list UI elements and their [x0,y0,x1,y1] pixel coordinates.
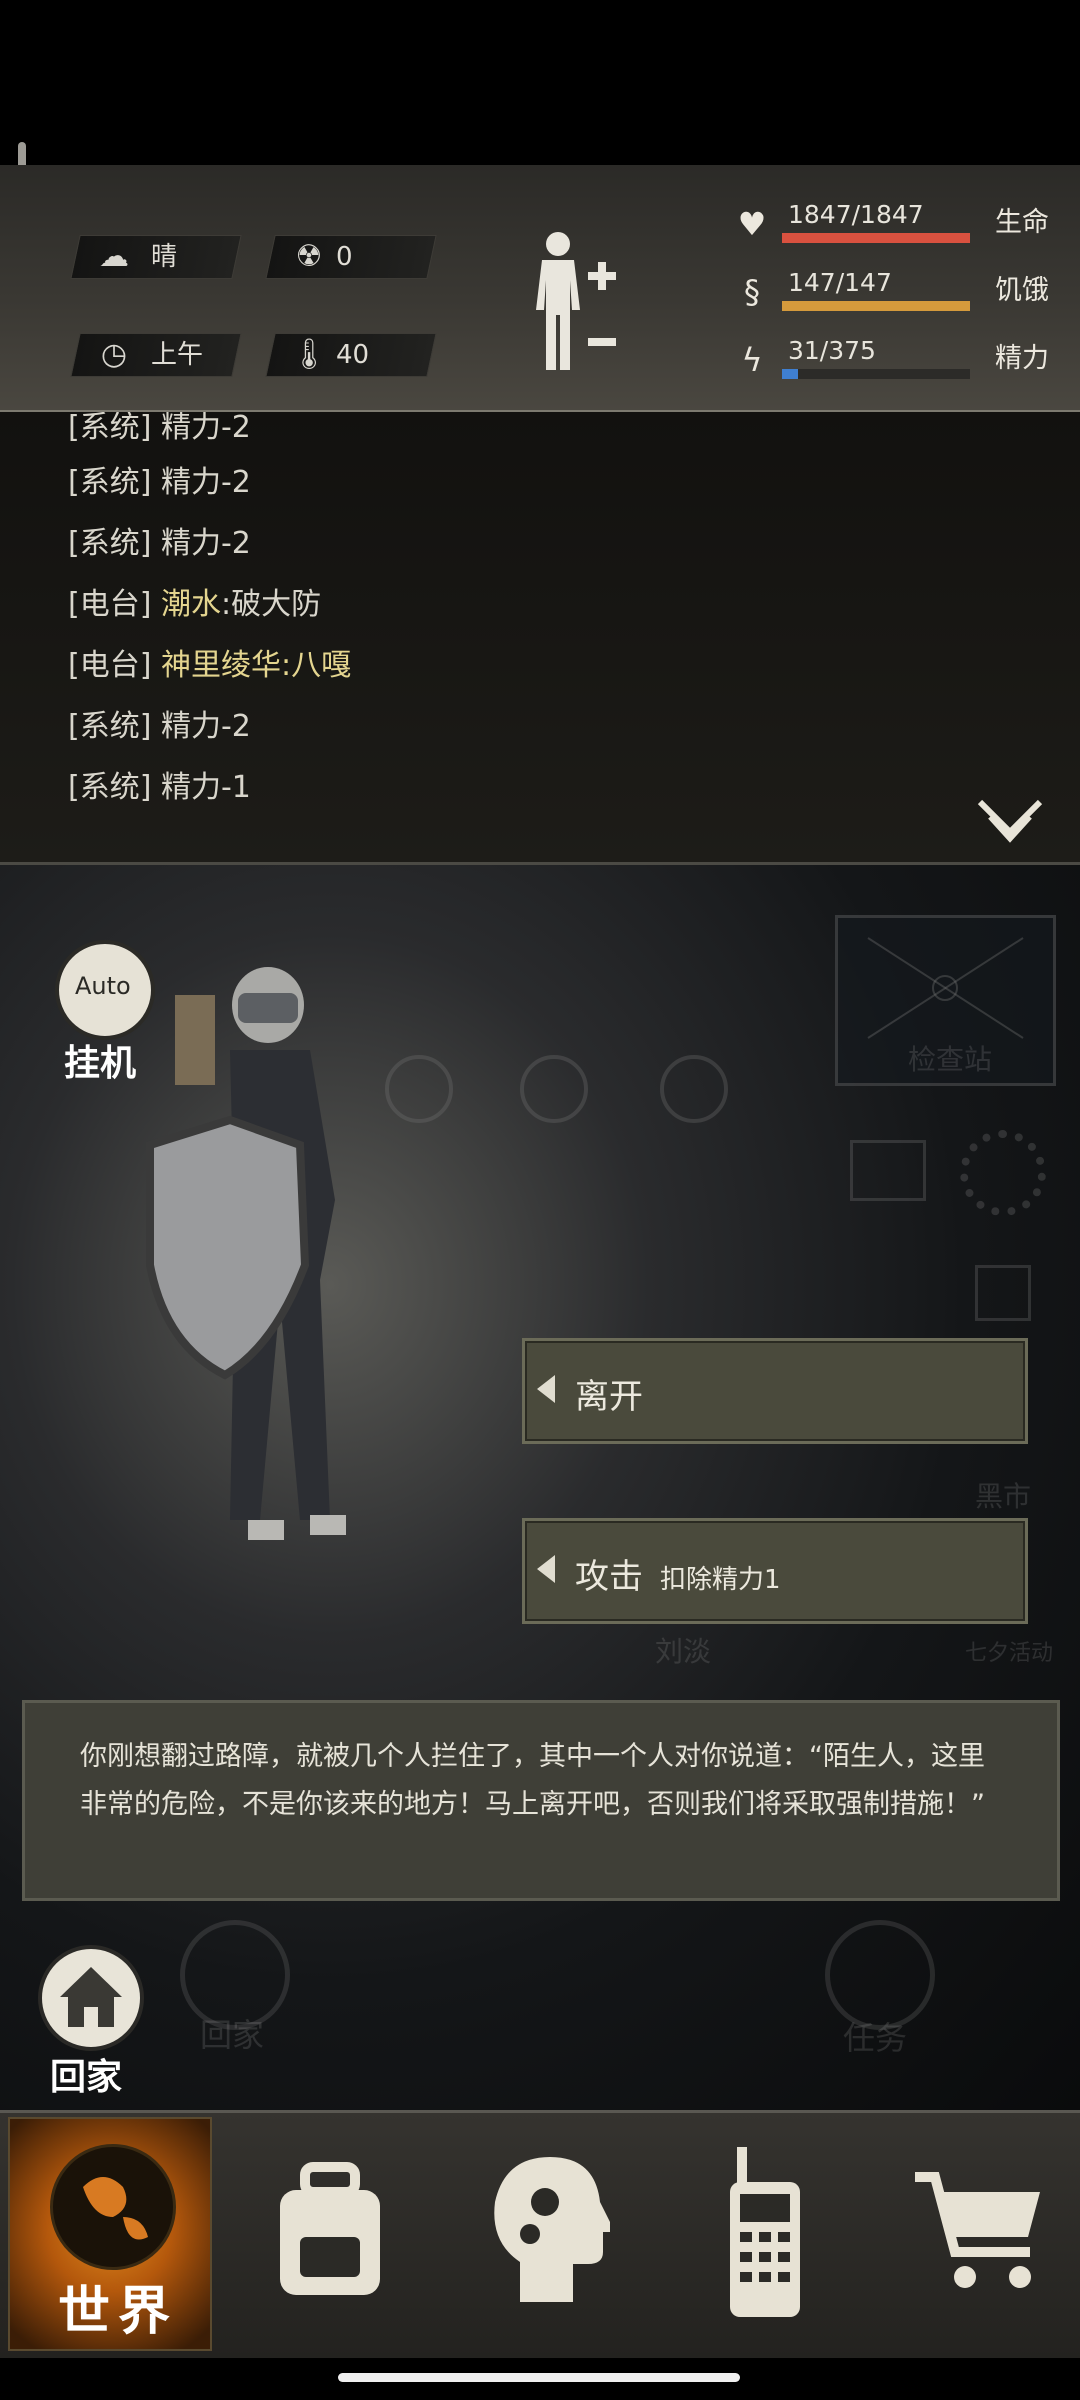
log-line: [系统] 精力-2 [68,412,251,446]
dialog-text: 你刚想翻过路障，就被几个人拦住了，其中一个人对你说道：“陌生人，这里非常的危险，… [80,1741,985,1820]
cart-icon [915,2172,1040,2288]
log-tag: [系统] [68,465,152,500]
message-log[interactable]: [系统] 精力-2 [系统] 精力-2 [系统] 精力-2 [电台] 潮水:破大… [0,412,1080,865]
thermometer-icon: 🌡 [289,337,329,372]
mail-icon[interactable] [850,1140,926,1201]
heart-icon: ♥ [737,205,767,243]
sign-name-label: 刘淡 [655,1635,712,1668]
clock-icon: ◷ [100,337,128,372]
body-status-button[interactable] [520,230,640,390]
log-line: [系统] 精力-1 [68,762,251,806]
double-chevron-down-icon[interactable] [975,797,1045,847]
stomach-icon: § [744,273,760,311]
health-bar [782,233,970,243]
energy-icon: ϟ [741,341,763,379]
log-line: [系统] 精力-2 [68,518,251,562]
leave-choice-button[interactable]: 离开 [522,1338,1028,1444]
weather-chip: ☁ 晴 [70,235,242,279]
nav-backpack[interactable] [225,2117,425,2347]
auto-badge-text: Auto [75,972,131,1000]
nav-world-label: 世界 [58,2282,179,2342]
log-text: 精力-2 [160,526,251,561]
settings-gear-icon[interactable] [960,1130,1046,1216]
attack-choice-label: 攻击 [575,1557,643,1597]
checkpoint-label: 检查站 [908,1043,993,1076]
log-tag: [电台] [68,587,152,622]
attack-choice-button[interactable]: 攻击 扣除精力1 [522,1518,1028,1624]
radiation-value: 0 [336,242,353,272]
log-tag: [电台] [68,648,152,683]
log-tag: [系统] [68,770,152,805]
energy-label: 精力 [995,343,1049,374]
log-text: 精力-2 [160,709,251,744]
speed-sign-icon [520,1055,588,1123]
log-speaker: 神里绫华 [160,648,281,683]
temperature-chip: 🌡 40 [265,333,437,377]
gift-icon[interactable] [975,1265,1031,1321]
status-panel: ☁ 晴 ☢ 0 ◷ 上午 🌡 40 ♥ 1847/1847 生命 § 147/1… [0,165,1080,413]
caret-left-icon [537,1375,555,1403]
auto-label: 挂机 [64,1043,137,1084]
log-tag: [系统] [68,709,152,744]
scene-view: 检查站 黑市 七夕活动 刘淡 Auto 挂机 离开 攻击 扣除精力1 回家 任务… [0,865,1080,2110]
task-ghost-label: 任务 [843,2019,908,2057]
head-gears-icon [494,2157,610,2302]
home-ghost-label: 回家 [200,2016,265,2054]
log-speaker: 潮水 [160,587,221,622]
log-text: :八嘎 [280,648,352,683]
hunger-stat: § 147/147 饥饿 [720,268,1080,318]
nav-skills[interactable] [445,2117,645,2347]
hunger-bar [782,301,970,311]
temperature-value: 40 [336,340,370,370]
health-value: 1847/1847 [788,200,924,229]
weather-value: 晴 [151,242,178,272]
health-stat: ♥ 1847/1847 生命 [720,200,1080,250]
health-label: 生命 [995,207,1049,238]
log-text: 精力-2 [160,465,251,500]
event-dialog: 你刚想翻过路障，就被几个人拦住了，其中一个人对你说道：“陌生人，这里非常的危险，… [22,1700,1060,1901]
nav-shop[interactable] [880,2117,1080,2347]
log-text: 精力-2 [160,412,251,445]
house-icon [38,1945,144,2051]
backpack-icon [280,2162,380,2295]
event-label: 七夕活动 [965,1641,1054,1666]
globe-icon [50,2144,176,2270]
attack-choice-cost: 扣除精力1 [660,1565,781,1595]
log-text: :破大防 [220,587,322,622]
cloud-sun-icon: ☁ [99,239,129,274]
home-indicator[interactable] [338,2373,740,2382]
time-chip: ◷ 上午 [70,333,242,377]
home-button[interactable]: 回家 [30,1945,150,2098]
time-value: 上午 [151,340,204,370]
radiation-chip: ☢ 0 [265,235,437,279]
home-button-label: 回家 [50,2057,123,2098]
radio-icon [730,2147,800,2317]
nav-world[interactable]: 世界 [8,2117,212,2351]
black-market-label: 黑市 [975,1480,1032,1513]
energy-bar [782,369,970,379]
leave-choice-label: 离开 [575,1377,643,1417]
log-line: [电台] 潮水:破大防 [68,579,321,623]
hunger-label: 饥饿 [995,275,1049,306]
caret-left-icon [537,1555,555,1583]
log-text: 精力-1 [160,770,251,805]
radiation-icon: ☢ [295,239,323,274]
bottom-nav: 世界 [0,2110,1080,2358]
checkpoint-map[interactable]: 检查站 [835,915,1056,1086]
log-tag: [系统] [68,412,152,445]
energy-stat: ϟ 31/375 精力 [720,336,1080,386]
hunger-value: 147/147 [788,268,892,297]
log-tag: [系统] [68,526,152,561]
nav-radio[interactable] [665,2117,865,2347]
log-line: [系统] 精力-2 [68,701,251,745]
body-figure-icon [536,232,616,370]
npc-riot-police [140,955,380,1565]
speed-sign-icon [660,1055,728,1123]
energy-value: 31/375 [788,336,876,365]
log-line: [电台] 神里绫华:八嘎 [68,640,351,684]
log-line: [系统] 精力-2 [68,457,251,501]
speed-sign-icon [385,1055,453,1123]
